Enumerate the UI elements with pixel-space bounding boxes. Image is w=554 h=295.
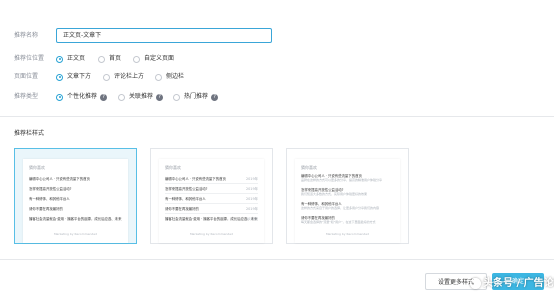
page-option-home[interactable]: 首页 [98, 54, 121, 64]
radio-icon[interactable] [173, 93, 180, 101]
settings-panel: 推荐名称 正文页-文章下 推荐位位置 正文页 首页 自定义页面 页面位置 文章下… [0, 0, 554, 295]
help-icon[interactable]: ? [100, 93, 108, 101]
card-item-sub: 品牌在这样的方式可以更多的分享，提高的精准用户体验分享 [301, 178, 383, 182]
card-item-sub: 每天都会选择的"流量"和"用户"，在这下里面最好的方式 [301, 220, 376, 224]
card-title: 猜你喜欢 [301, 165, 317, 170]
radio-icon[interactable] [133, 55, 140, 63]
card-line: 有一种修饰、和其他平台人 2019年 [165, 197, 258, 201]
card-footer: Marketing by Recommended [53, 232, 98, 236]
card-line: 请你不要在再找最好的 [29, 207, 63, 211]
help-icon[interactable]: ? [211, 93, 219, 101]
card-line: 怎样来提高开放性公益活动? 2019年 [165, 187, 258, 191]
card-line: 播客社会流量就会·费用 · 播客平台的起源，成长后应选、未来 2019年 [165, 217, 258, 221]
watermark: 头条号 / 广告论坛 [470, 274, 554, 289]
radio-icon[interactable] [155, 73, 162, 81]
name-label: 推荐名称 [14, 32, 39, 39]
card-preview: 猜你喜欢 编辑中心公司人 · 只说有些流量下的首页 怎样来提高开放性公益活动? … [23, 159, 128, 243]
card-item-sub: 这样的方式来自于用户的选择，让更多用户分享我们的内容 [301, 206, 380, 210]
card-separator [165, 213, 258, 214]
card-separator [165, 203, 258, 204]
radio-icon[interactable] [98, 55, 105, 63]
help-icon[interactable]: ? [156, 93, 164, 101]
position-option-below-article[interactable]: 文章下方 [56, 72, 91, 82]
card-line: 有一种修饰、和其他平台人 [29, 197, 70, 201]
section-divider [0, 116, 554, 117]
position-option-sidebar[interactable]: 侧边栏 [155, 72, 184, 82]
type-option-related[interactable]: 关联推荐 ? [118, 92, 164, 102]
radio-selected-icon[interactable] [56, 73, 63, 81]
type-option-personalized[interactable]: 个性化推荐 ? [56, 92, 108, 102]
radio-selected-icon[interactable] [56, 93, 63, 101]
name-input[interactable]: 正文页-文章下 [56, 28, 272, 43]
card-item-sub: 我们知道大多数的方式，实际用户体验更好的效果 [301, 192, 368, 196]
page-option-custom[interactable]: 自定义页面 [133, 54, 174, 64]
position-label: 页面位置 [14, 73, 39, 80]
card-line: 播客社会流量就会·费用 · 播客平台的起源，成长后应选、未来 [29, 217, 122, 221]
watermark-icon [470, 277, 481, 289]
card-line: 请你不要在再找最好的 2019年 [165, 207, 258, 211]
card-title: 猜你喜欢 [165, 165, 181, 170]
card-line: 编辑中心公司人 · 只说有些流量下的首页 [29, 177, 90, 181]
radio-icon[interactable] [118, 93, 125, 101]
style-card-3[interactable]: 猜你喜欢 编辑中心公司人 · 只说有些流量下的首页 品牌在这样的方式可以更多的分… [286, 148, 409, 244]
page-label: 推荐位位置 [14, 55, 45, 62]
type-option-hot[interactable]: 热门推荐 ? [173, 92, 219, 102]
card-preview: 猜你喜欢 编辑中心公司人 · 只说有些流量下的首页 品牌在这样的方式可以更多的分… [295, 159, 400, 243]
footer-divider [0, 259, 554, 260]
style-section-title: 推荐栏样式 [14, 130, 45, 137]
card-separator [165, 183, 258, 184]
card-separator [165, 193, 258, 194]
radio-selected-icon[interactable] [56, 55, 63, 63]
type-label: 推荐类型 [14, 93, 39, 100]
card-preview: 猜你喜欢 编辑中心公司人 · 只说有些流量下的首页 2019年 怎样来提高开放性公… [159, 159, 264, 243]
card-line: 怎样来提高开放性公益活动? [29, 187, 72, 191]
radio-icon[interactable] [103, 73, 110, 81]
page-option-article[interactable]: 正文页 [56, 54, 85, 64]
card-line: 编辑中心公司人 · 只说有些流量下的首页 2019年 [165, 177, 258, 181]
card-footer: Marketing by Recommended [325, 232, 370, 236]
style-card-2[interactable]: 猜你喜欢 编辑中心公司人 · 只说有些流量下的首页 2019年 怎样来提高开放性公… [150, 148, 273, 244]
card-title: 猜你喜欢 [29, 165, 45, 170]
card-footer: Marketing by Recommended [189, 232, 234, 236]
position-option-above-comments[interactable]: 评论栏上方 [103, 72, 144, 82]
style-card-1[interactable]: 猜你喜欢 编辑中心公司人 · 只说有些流量下的首页 怎样来提高开放性公益活动? … [14, 148, 137, 244]
